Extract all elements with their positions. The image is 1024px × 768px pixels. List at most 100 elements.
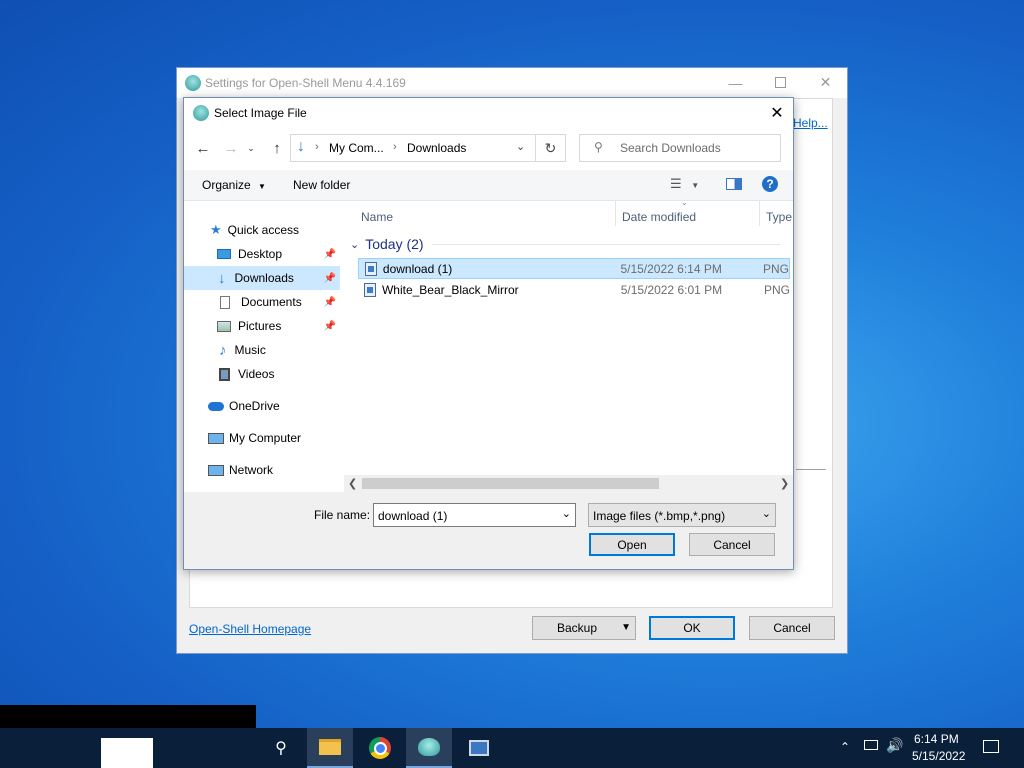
chevron-down-icon: ⌄ — [247, 142, 255, 153]
onedrive-cloud-icon — [208, 401, 224, 411]
chrome-taskbar-button[interactable] — [357, 728, 403, 768]
breadcrumb-my-computer[interactable]: My Com... — [329, 141, 384, 155]
forward-button[interactable]: → — [220, 137, 242, 159]
settings-cancel-button[interactable]: Cancel — [749, 616, 835, 640]
scroll-right-icon[interactable]: ❯ — [780, 477, 789, 490]
file-explorer-taskbar-button[interactable] — [307, 728, 353, 768]
file-name-input[interactable]: download (1) — [378, 509, 447, 523]
refresh-icon: ↻ — [544, 139, 557, 156]
chevron-down-icon: ⌄ — [761, 508, 771, 520]
nav-label: Downloads — [234, 271, 294, 285]
dialog-footer: File name: download (1) ⌄ Image files (*… — [184, 492, 793, 569]
file-type: PNG — [762, 261, 789, 276]
column-separator — [759, 200, 760, 226]
open-shell-icon — [418, 738, 440, 756]
search-taskbar-button[interactable]: ⚲ — [258, 728, 304, 768]
scrollbar-thumb[interactable] — [362, 478, 659, 489]
nav-label: Quick access — [227, 223, 300, 237]
nav-network[interactable]: Network — [184, 458, 340, 482]
file-row[interactable]: download (1) 5/15/2022 6:14 PM PNG — [358, 258, 790, 279]
group-header[interactable]: ⌄ Today (2) — [350, 234, 786, 254]
organize-menu[interactable]: Organize ▼ — [202, 178, 266, 192]
nav-downloads[interactable]: ↓ Downloads 📌 — [184, 266, 340, 290]
preview-pane-button[interactable] — [726, 178, 742, 190]
nav-quick-access[interactable]: ★ Quick access — [184, 218, 340, 242]
divider — [796, 469, 826, 470]
nav-label: Network — [229, 463, 274, 477]
scroll-left-icon[interactable]: ❮ — [348, 477, 357, 490]
file-row[interactable]: White_Bear_Black_Mirror 5/15/2022 6:01 P… — [358, 279, 790, 300]
nav-label: Music — [234, 343, 266, 357]
nav-onedrive[interactable]: OneDrive — [184, 394, 340, 418]
close-icon: ✕ — [819, 74, 832, 90]
backup-button[interactable]: Backup ▼ — [532, 616, 636, 640]
dialog-cancel-button[interactable]: Cancel — [689, 533, 775, 556]
chevron-down-icon[interactable]: ⌄ — [516, 140, 525, 153]
help-link[interactable]: Help... — [793, 116, 828, 130]
open-shell-taskbar-button[interactable] — [406, 728, 452, 768]
horizontal-scrollbar[interactable]: ❮ ❯ — [344, 475, 793, 492]
dropdown-arrow-icon: ▼ — [691, 181, 700, 190]
volume-icon[interactable]: 🔊 — [886, 737, 903, 754]
address-bar[interactable]: ↓ › My Com... › Downloads ⌄ — [290, 134, 536, 162]
show-hidden-icons-chevron-icon[interactable]: ⌃ — [840, 740, 850, 754]
view-options-button[interactable]: ☰ ▼ — [670, 176, 699, 192]
column-header-name[interactable]: Name — [361, 210, 393, 224]
settings-window-title: Settings for Open-Shell Menu 4.4.169 — [205, 76, 406, 90]
open-button[interactable]: Open — [589, 533, 675, 556]
up-arrow-icon: ↑ — [273, 139, 281, 157]
chevron-down-icon[interactable]: ⌄ — [562, 507, 571, 520]
back-button[interactable]: ← — [192, 137, 214, 159]
videos-icon — [219, 367, 230, 381]
folder-icon — [319, 739, 341, 755]
nav-desktop[interactable]: Desktop 📌 — [184, 242, 340, 266]
nav-my-computer[interactable]: My Computer — [184, 426, 340, 450]
minimize-button[interactable]: — — [713, 68, 758, 97]
action-center-icon[interactable] — [983, 740, 999, 753]
column-header-date[interactable]: Date modified — [622, 210, 696, 224]
backup-label: Backup — [557, 621, 598, 635]
computer-icon — [208, 432, 224, 444]
navigation-pane: ★ Quick access Desktop 📌 ↓ Downloads 📌 D… — [184, 200, 344, 492]
clock-date[interactable]: 5/15/2022 — [912, 749, 965, 763]
music-icon: ♪ — [219, 341, 227, 359]
command-bar: Organize ▼ New folder ☰ ▼ ? — [184, 170, 793, 201]
file-name: download (1) — [382, 261, 453, 276]
column-header-type[interactable]: Type — [766, 210, 792, 224]
nav-music[interactable]: ♪ Music — [184, 338, 340, 362]
downloads-folder-icon: ↓ — [297, 138, 305, 155]
network-icon[interactable] — [864, 740, 878, 750]
open-shell-homepage-link[interactable]: Open-Shell Homepage — [189, 622, 311, 636]
help-icon[interactable]: ? — [762, 176, 778, 192]
downloads-icon: ↓ — [218, 269, 226, 287]
file-name-combobox[interactable]: download (1) ⌄ — [373, 503, 576, 527]
close-button[interactable]: ✕ — [803, 68, 848, 97]
remote-app-taskbar-button[interactable] — [456, 728, 502, 768]
maximize-button[interactable] — [758, 68, 803, 97]
chrome-icon-center — [373, 741, 387, 755]
breadcrumb-downloads[interactable]: Downloads — [407, 141, 466, 155]
file-list: Name ⌄ Date modified Type ⌄ Today (2) do… — [344, 198, 793, 476]
search-input[interactable]: Search Downloads — [620, 141, 721, 155]
pin-icon: 📌 — [323, 248, 336, 260]
nav-label: Videos — [238, 367, 275, 381]
settings-titlebar[interactable]: Settings for Open-Shell Menu 4.4.169 — ✕ — [177, 68, 847, 98]
recent-locations-button[interactable]: ⌄ — [244, 137, 258, 159]
nav-videos[interactable]: Videos — [184, 362, 340, 386]
refresh-button[interactable]: ↻ — [536, 134, 566, 162]
nav-pictures[interactable]: Pictures 📌 — [184, 314, 340, 338]
file-type-select[interactable]: Image files (*.bmp,*.png) ⌄ — [588, 503, 776, 527]
dialog-close-button[interactable]: ✕ — [762, 100, 792, 126]
nav-documents[interactable]: Documents 📌 — [184, 290, 340, 314]
pictures-icon — [217, 320, 231, 332]
png-file-icon — [364, 282, 376, 297]
file-date: 5/15/2022 6:01 PM — [620, 282, 723, 297]
up-button[interactable]: ↑ — [266, 137, 288, 159]
desktop-icon — [217, 249, 231, 259]
search-box[interactable]: ⚲ Search Downloads — [579, 134, 781, 162]
search-icon: ⚲ — [275, 740, 287, 757]
ok-button[interactable]: OK — [649, 616, 735, 640]
new-folder-button[interactable]: New folder — [293, 178, 350, 192]
clock-time[interactable]: 6:14 PM — [914, 732, 959, 746]
select-image-file-dialog: Select Image File ✕ ← → ⌄ ↑ ↓ › My Com..… — [183, 97, 794, 570]
